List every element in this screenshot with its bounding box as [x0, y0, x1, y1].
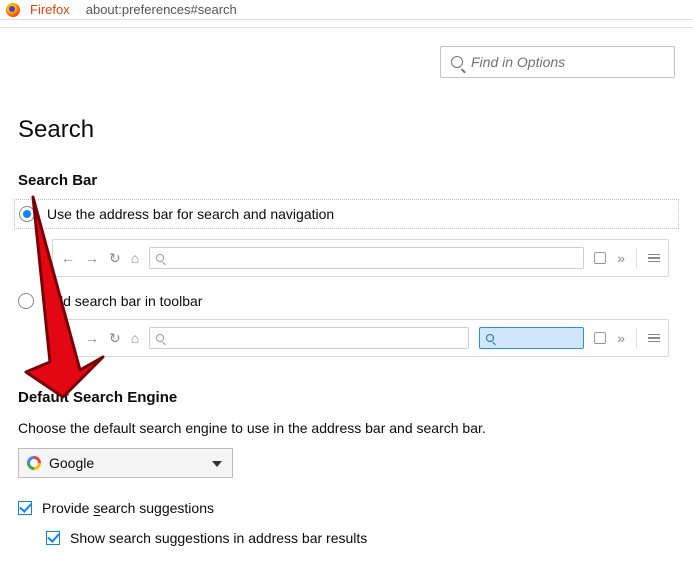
- search-icon: [451, 56, 463, 68]
- toolbar-preview-unified: ← → ↻ ⌂ »: [52, 239, 669, 277]
- radio-option-address-bar[interactable]: Use the address bar for search and navig…: [14, 199, 679, 229]
- reload-icon: ↻: [109, 330, 121, 347]
- menu-icon: [648, 334, 660, 343]
- radio-option-search-bar[interactable]: Add search bar in toolbar: [18, 293, 675, 309]
- find-in-options-wrap: Find in Options: [18, 46, 675, 78]
- searchbar-heading: Search Bar: [18, 172, 675, 189]
- overflow-icon: »: [617, 250, 625, 266]
- radio-label: Use the address bar for search and navig…: [47, 206, 334, 222]
- separator-icon: [636, 248, 637, 268]
- checkbox-show-in-addressbar[interactable]: Show search suggestions in address bar r…: [46, 530, 675, 546]
- address-bar-mock: [149, 247, 584, 269]
- back-icon: ←: [61, 330, 75, 346]
- engine-selected-label: Google: [49, 455, 94, 471]
- overflow-icon: »: [617, 330, 625, 346]
- address-bar-mock: [149, 327, 469, 349]
- search-icon: [156, 254, 164, 262]
- browser-brand: Firefox: [30, 2, 70, 17]
- toolbar-tail-icons: »: [594, 328, 660, 348]
- home-icon: ⌂: [131, 330, 139, 346]
- preferences-page: Find in Options Search Search Bar Use th…: [0, 28, 693, 564]
- tab-url-text: about:preferences#search: [86, 2, 237, 17]
- back-icon: ←: [61, 250, 75, 266]
- default-engine-description: Choose the default search engine to use …: [18, 420, 675, 436]
- nav-icons: ← → ↻ ⌂: [61, 330, 139, 347]
- browser-tab-bar: Firefox about:preferences#search: [0, 0, 693, 20]
- search-icon: [156, 334, 164, 342]
- forward-icon: →: [85, 250, 99, 266]
- home-icon: ⌂: [131, 250, 139, 266]
- find-placeholder: Find in Options: [471, 54, 565, 70]
- page-title: Search: [18, 116, 675, 144]
- search-icon: [486, 334, 494, 342]
- menu-icon: [648, 254, 660, 263]
- default-engine-heading: Default Search Engine: [18, 389, 675, 406]
- divider: [0, 20, 693, 28]
- default-engine-select[interactable]: Google: [18, 448, 233, 478]
- firefox-icon: [6, 3, 20, 17]
- forward-icon: →: [85, 330, 99, 346]
- checkbox-provide-suggestions[interactable]: Provide search suggestions: [18, 500, 675, 516]
- checkbox-label: Show search suggestions in address bar r…: [70, 530, 367, 546]
- toolbar-preview-split: ← → ↻ ⌂ »: [52, 319, 669, 357]
- checkbox-label: Provide search suggestions: [42, 500, 214, 516]
- sidebar-icon: [594, 252, 606, 264]
- toolbar-tail-icons: »: [594, 248, 660, 268]
- radio-icon: [19, 206, 35, 222]
- google-icon: [27, 456, 41, 470]
- search-bar-mock: [479, 327, 584, 349]
- nav-icons: ← → ↻ ⌂: [61, 250, 139, 267]
- find-in-options-input[interactable]: Find in Options: [440, 46, 675, 78]
- checkbox-icon: [18, 501, 32, 515]
- radio-icon: [18, 293, 34, 309]
- checkbox-icon: [46, 531, 60, 545]
- reload-icon: ↻: [109, 250, 121, 267]
- radio-label: Add search bar in toolbar: [46, 293, 202, 309]
- sidebar-icon: [594, 332, 606, 344]
- separator-icon: [636, 328, 637, 348]
